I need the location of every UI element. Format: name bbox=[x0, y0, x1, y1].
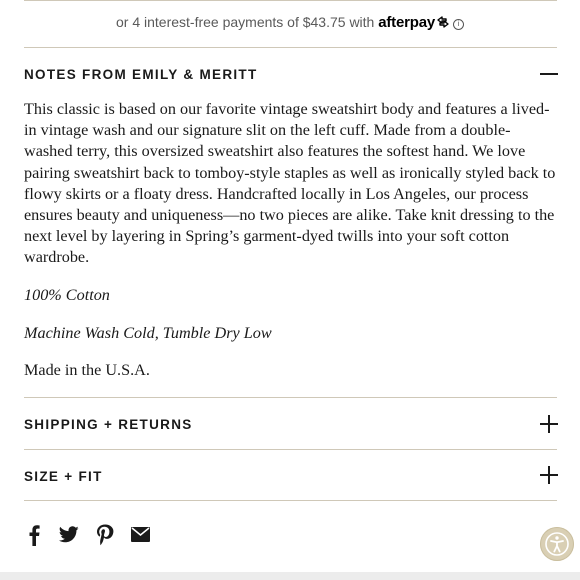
size-title: SIZE + FIT bbox=[24, 469, 103, 484]
divider bbox=[24, 500, 557, 501]
material-text: 100% Cotton bbox=[24, 286, 110, 304]
accessibility-icon bbox=[545, 532, 569, 556]
divider bbox=[24, 449, 557, 450]
divider bbox=[24, 47, 557, 48]
plus-icon[interactable] bbox=[540, 415, 558, 433]
facebook-icon[interactable] bbox=[28, 524, 40, 546]
twitter-icon[interactable] bbox=[59, 526, 79, 543]
top-divider bbox=[24, 0, 557, 1]
info-icon[interactable]: i bbox=[453, 19, 464, 30]
origin-text: Made in the U.S.A. bbox=[24, 361, 150, 379]
afterpay-message: or 4 interest-free payments of $43.75 wi… bbox=[0, 14, 580, 31]
shipping-title: SHIPPING + RETURNS bbox=[24, 417, 193, 432]
care-text: Machine Wash Cold, Tumble Dry Low bbox=[24, 324, 272, 342]
afterpay-text: or 4 interest-free payments of $43.75 wi… bbox=[115, 14, 375, 30]
divider bbox=[24, 397, 557, 398]
plus-icon[interactable] bbox=[540, 466, 558, 484]
pinterest-icon[interactable] bbox=[96, 524, 114, 546]
bottom-bar bbox=[0, 572, 580, 580]
notes-title: NOTES FROM EMILY & MERITT bbox=[24, 67, 258, 82]
product-description: This classic is based on our favorite vi… bbox=[24, 100, 556, 267]
email-icon[interactable] bbox=[131, 527, 150, 542]
afterpay-logo: afterpay bbox=[378, 14, 435, 31]
minus-icon[interactable] bbox=[540, 65, 558, 83]
afterpay-arrows-icon bbox=[437, 16, 449, 28]
accessibility-button[interactable] bbox=[540, 527, 574, 561]
